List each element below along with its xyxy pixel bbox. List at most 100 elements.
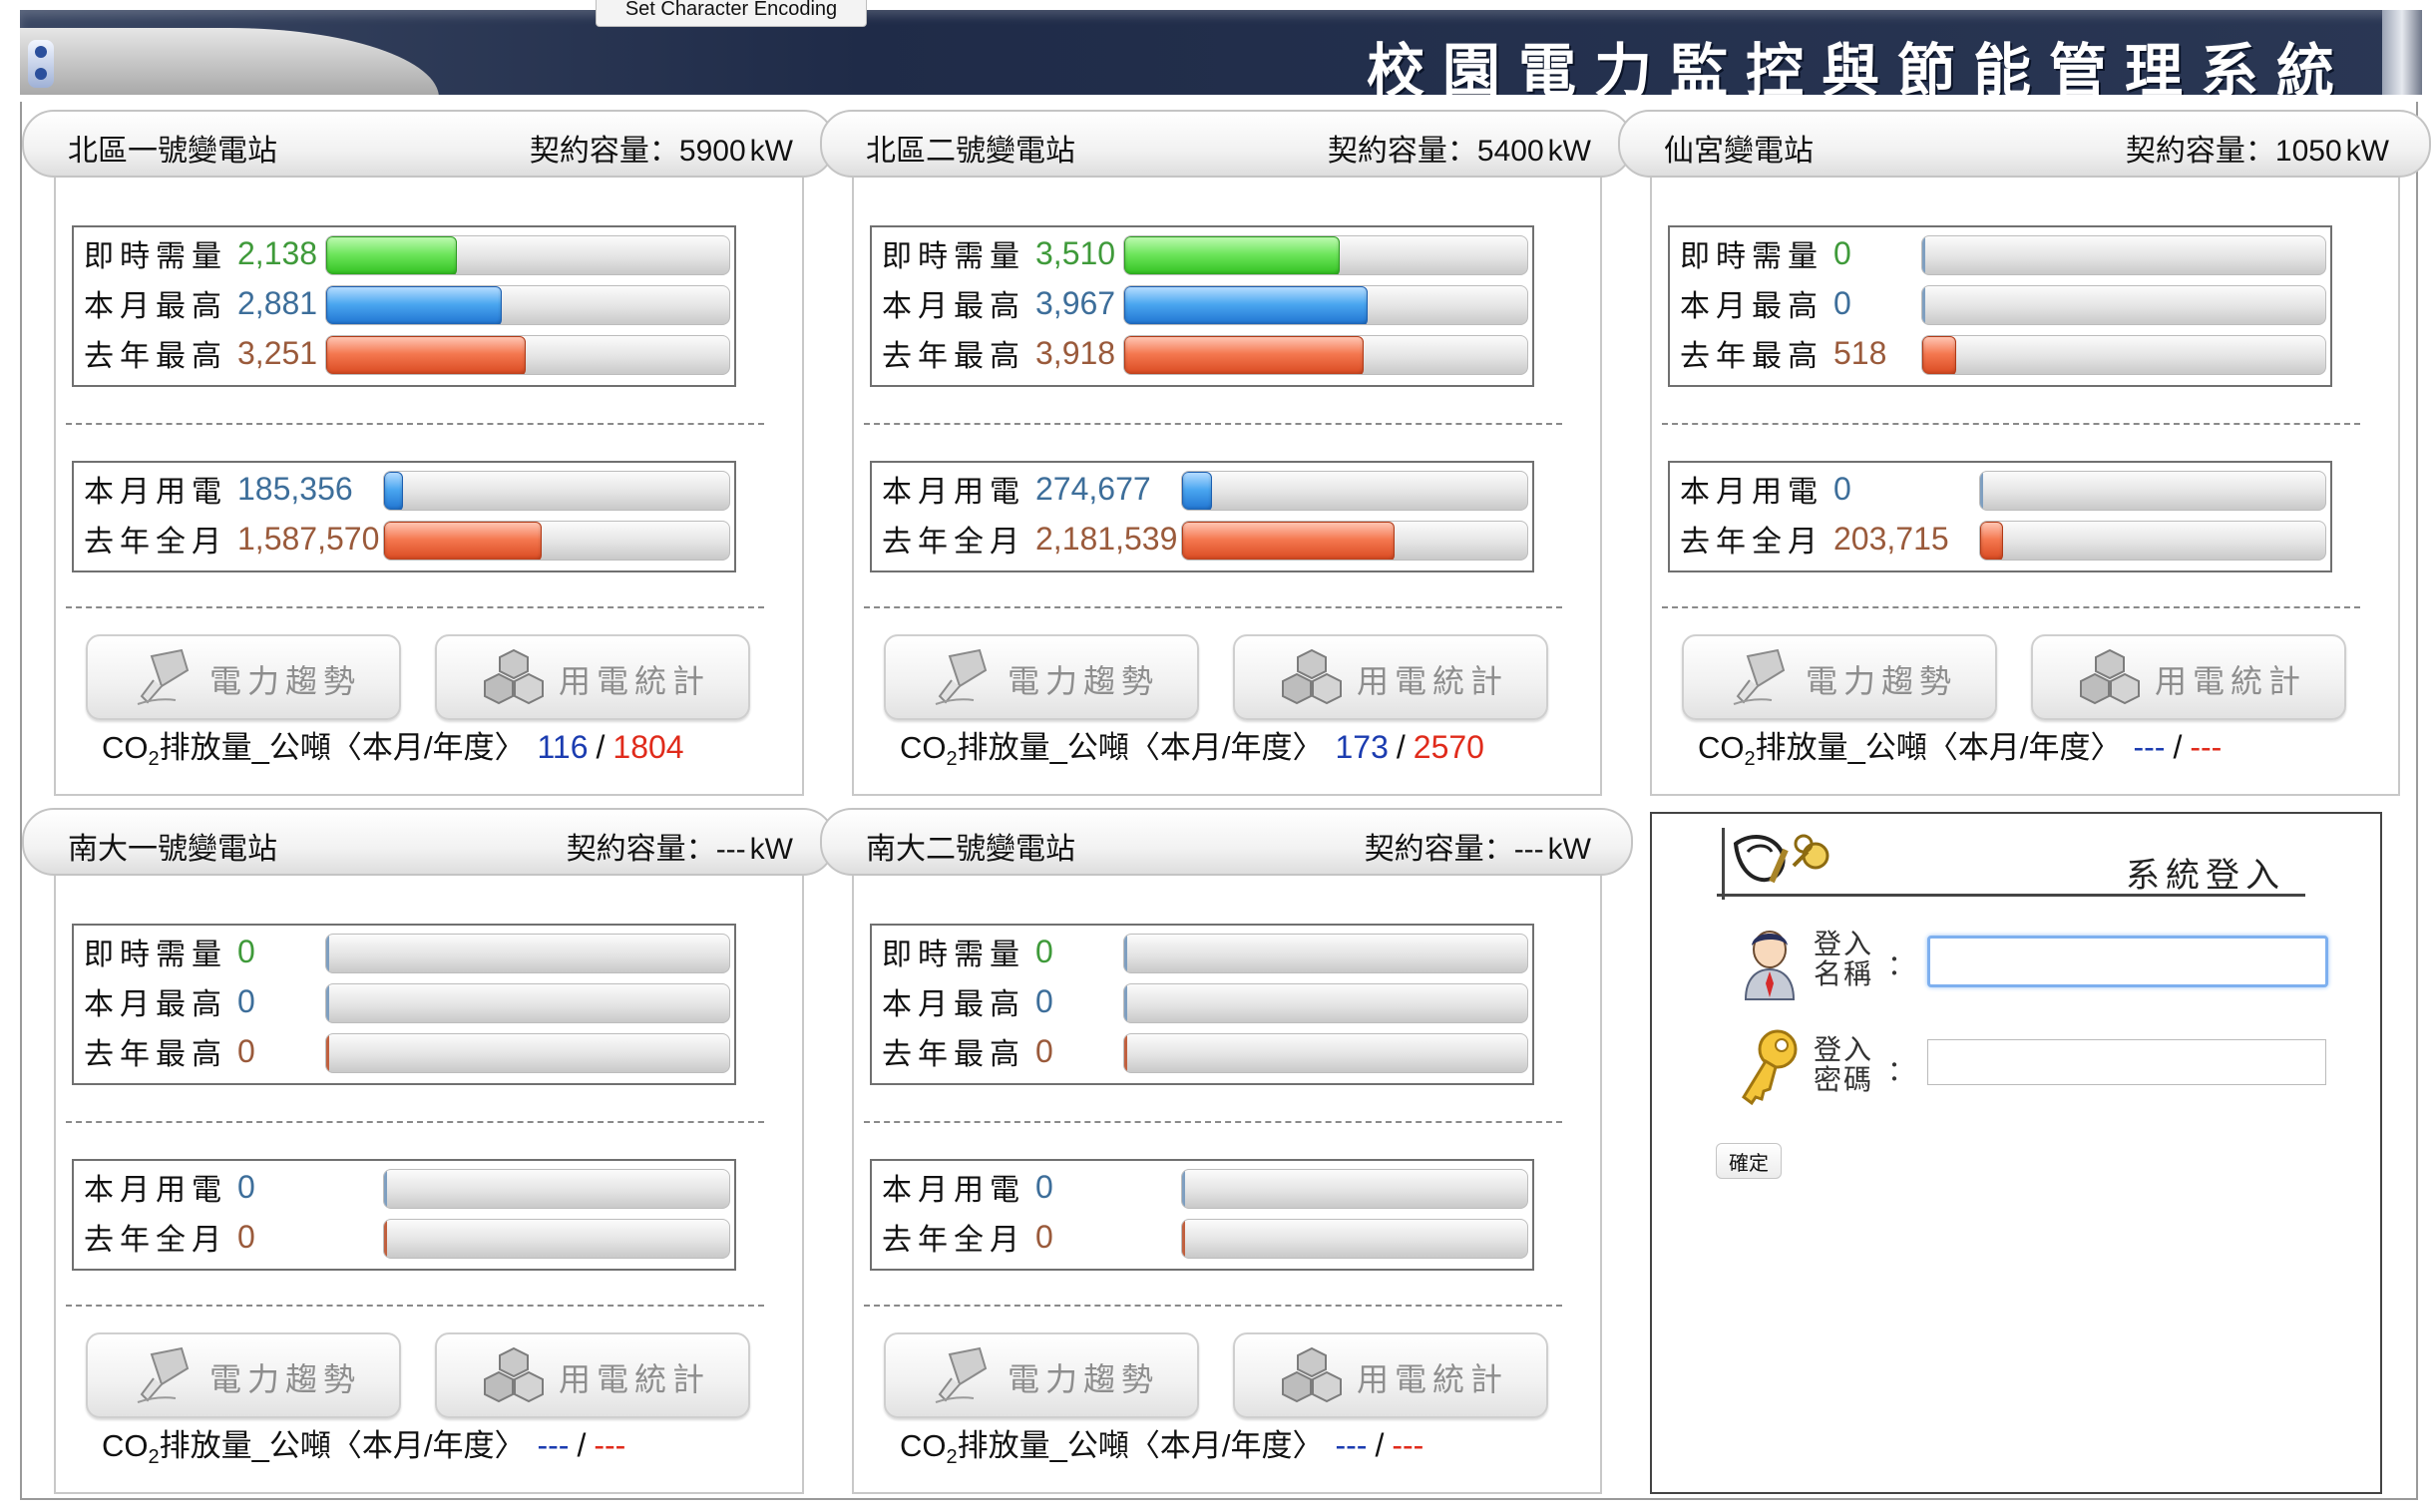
capacity-unit: kW <box>749 135 793 168</box>
usage-stats-label: 用電統計 <box>1357 662 1509 700</box>
user-icon <box>1744 931 1796 1000</box>
power-trend-label: 電力趨勢 <box>209 1360 362 1398</box>
demand-now-bar-fill <box>1124 236 1341 274</box>
last-year-max-label: 去年最高 <box>882 1037 1025 1072</box>
last-year-max-bar <box>325 1033 730 1073</box>
capacity-value: 5400 <box>1476 135 1544 168</box>
usage-stats-button[interactable]: 用電統計 <box>2031 634 2346 720</box>
month-max-row: 本月最高 0 <box>1680 279 2328 325</box>
divider <box>66 423 764 425</box>
co2-emission: CO2排放量_公噸〈本月/年度〉 --- / --- <box>102 1420 625 1469</box>
usage-stats-button[interactable]: 用電統計 <box>1233 1332 1548 1418</box>
station-panel-4: 南大一號變電站 契約容量：---kW 即時需量 0 本月最高 0 去年最高 0 <box>22 808 835 1496</box>
contract-capacity: 契約容量：5400 kW <box>1328 126 1591 170</box>
divider <box>1662 606 2360 608</box>
demand-now-label: 即時需量 <box>84 239 227 274</box>
usage-meter-box: 本月用電 0 去年全月 0 <box>72 1159 736 1271</box>
capacity-prefix: 契約容量： <box>1364 833 1514 866</box>
month-usage-value: 0 <box>1035 1169 1053 1205</box>
last-year-max-label: 去年最高 <box>1680 339 1824 374</box>
usage-stats-button[interactable]: 用電統計 <box>435 1332 750 1418</box>
power-trend-label: 電力趨勢 <box>209 662 362 700</box>
co2-year-value: 1804 <box>612 729 684 765</box>
month-usage-value: 185,356 <box>237 471 353 507</box>
station-header: 南大一號變電站 契約容量：--- kW <box>22 808 835 876</box>
demand-now-row: 即時需量 0 <box>882 928 1530 973</box>
power-trend-button[interactable]: 電力趨勢 <box>86 634 401 720</box>
station-panel-1: 北區一號變電站 契約容量：5900 kW 即時需量 2,138 本月最高 2,88… <box>22 110 835 798</box>
last-year-month-row: 去年全月 2,181,539 <box>882 515 1530 561</box>
month-max-bar-fill <box>326 286 502 324</box>
last-year-month-bar-fill <box>384 522 542 560</box>
demand-now-bar <box>1921 235 2326 275</box>
month-usage-row: 本月用電 0 <box>1680 465 2328 511</box>
co2-month-value: --- <box>2133 729 2166 765</box>
demand-now-bar-fill <box>1922 236 1925 274</box>
password-input[interactable] <box>1927 1039 2326 1085</box>
month-usage-bar-fill <box>1182 1170 1185 1208</box>
demand-now-row: 即時需量 3,510 <box>882 229 1530 275</box>
demand-now-value: 0 <box>1833 235 1851 271</box>
banner-swoosh <box>20 28 439 95</box>
power-trend-button[interactable]: 電力趨勢 <box>884 634 1199 720</box>
username-label: 登入 名稱 <box>1814 930 1873 989</box>
confirm-button[interactable]: 確定 <box>1716 1143 1782 1179</box>
co2-year-value: --- <box>1392 1427 1424 1463</box>
last-year-month-value: 2,181,539 <box>1035 521 1178 557</box>
last-year-month-value: 203,715 <box>1833 521 1949 557</box>
month-max-label: 本月最高 <box>1680 289 1824 324</box>
co2-label: 排放量_公噸〈本月/年度〉 <box>957 1428 1324 1463</box>
power-trend-button[interactable]: 電力趨勢 <box>884 1332 1199 1418</box>
station-name: 北區二號變電站 <box>866 135 1075 168</box>
month-max-value: 3,967 <box>1035 285 1116 321</box>
station-header: 北區二號變電站 契約容量：5400 kW <box>820 110 1633 178</box>
co2-emission: CO2排放量_公噸〈本月/年度〉 116/1804 <box>102 722 684 771</box>
station-panel-2: 北區二號變電站 契約容量：5400 kW 即時需量 3,510 本月最高 3,96… <box>820 110 1633 798</box>
power-trend-button[interactable]: 電力趨勢 <box>86 1332 401 1418</box>
banner-end-cap <box>2382 10 2422 95</box>
demand-now-value: 0 <box>1035 934 1053 969</box>
password-label-line2: 密碼 <box>1814 1063 1874 1096</box>
divider <box>864 1121 1562 1123</box>
power-trend-button[interactable]: 電力趨勢 <box>1682 634 1997 720</box>
divider <box>66 1121 764 1123</box>
username-input[interactable] <box>1927 936 2328 987</box>
month-usage-row: 本月用電 0 <box>882 1163 1530 1209</box>
month-usage-bar <box>1181 1169 1528 1209</box>
demand-now-bar <box>1123 235 1528 275</box>
month-max-value: 0 <box>1035 983 1053 1019</box>
last-year-month-row: 去年全月 0 <box>84 1213 732 1259</box>
month-usage-bar-fill <box>384 1170 387 1208</box>
co2-separator: / <box>1375 1427 1385 1463</box>
password-colon: ： <box>1887 1054 1916 1087</box>
username-label-line2: 名稱 <box>1814 957 1874 990</box>
last-year-month-row: 去年全月 1,587,570 <box>84 515 732 561</box>
key-icon <box>1742 1029 1798 1106</box>
month-max-value: 0 <box>1833 285 1851 321</box>
usage-stats-button[interactable]: 用電統計 <box>435 634 750 720</box>
demand-meter-box: 即時需量 0 本月最高 0 去年最高 0 <box>72 924 736 1085</box>
month-usage-bar-fill <box>1980 472 1983 510</box>
last-year-month-bar-fill <box>1182 1220 1185 1258</box>
last-year-month-row: 去年全月 0 <box>882 1213 1530 1259</box>
contract-capacity: 契約容量：1050 kW <box>2126 126 2389 170</box>
last-year-max-bar-fill <box>326 1034 329 1072</box>
co2-subscript: 2 <box>148 1446 160 1469</box>
co2-label: 排放量_公噸〈本月/年度〉 <box>1755 730 2122 765</box>
usage-stats-label: 用電統計 <box>559 662 711 700</box>
month-usage-bar <box>1181 471 1528 511</box>
month-usage-row: 本月用電 0 <box>84 1163 732 1209</box>
set-character-encoding-menu[interactable]: Set Character Encoding <box>596 0 867 27</box>
last-year-month-label: 去年全月 <box>84 1223 227 1258</box>
month-usage-bar-fill <box>384 472 404 510</box>
login-header-vline <box>1722 828 1725 900</box>
demand-now-row: 即時需量 0 <box>1680 229 2328 275</box>
last-year-month-value: 0 <box>1035 1219 1053 1255</box>
usage-stats-button[interactable]: 用電統計 <box>1233 634 1548 720</box>
last-year-max-bar <box>1123 1033 1528 1073</box>
co2-emission: CO2排放量_公噸〈本月/年度〉 173/2570 <box>900 722 1484 771</box>
demand-now-label: 即時需量 <box>882 938 1025 972</box>
month-usage-label: 本月用電 <box>84 475 227 510</box>
last-year-max-value: 0 <box>237 1033 255 1069</box>
power-trend-label: 電力趨勢 <box>1008 662 1160 700</box>
